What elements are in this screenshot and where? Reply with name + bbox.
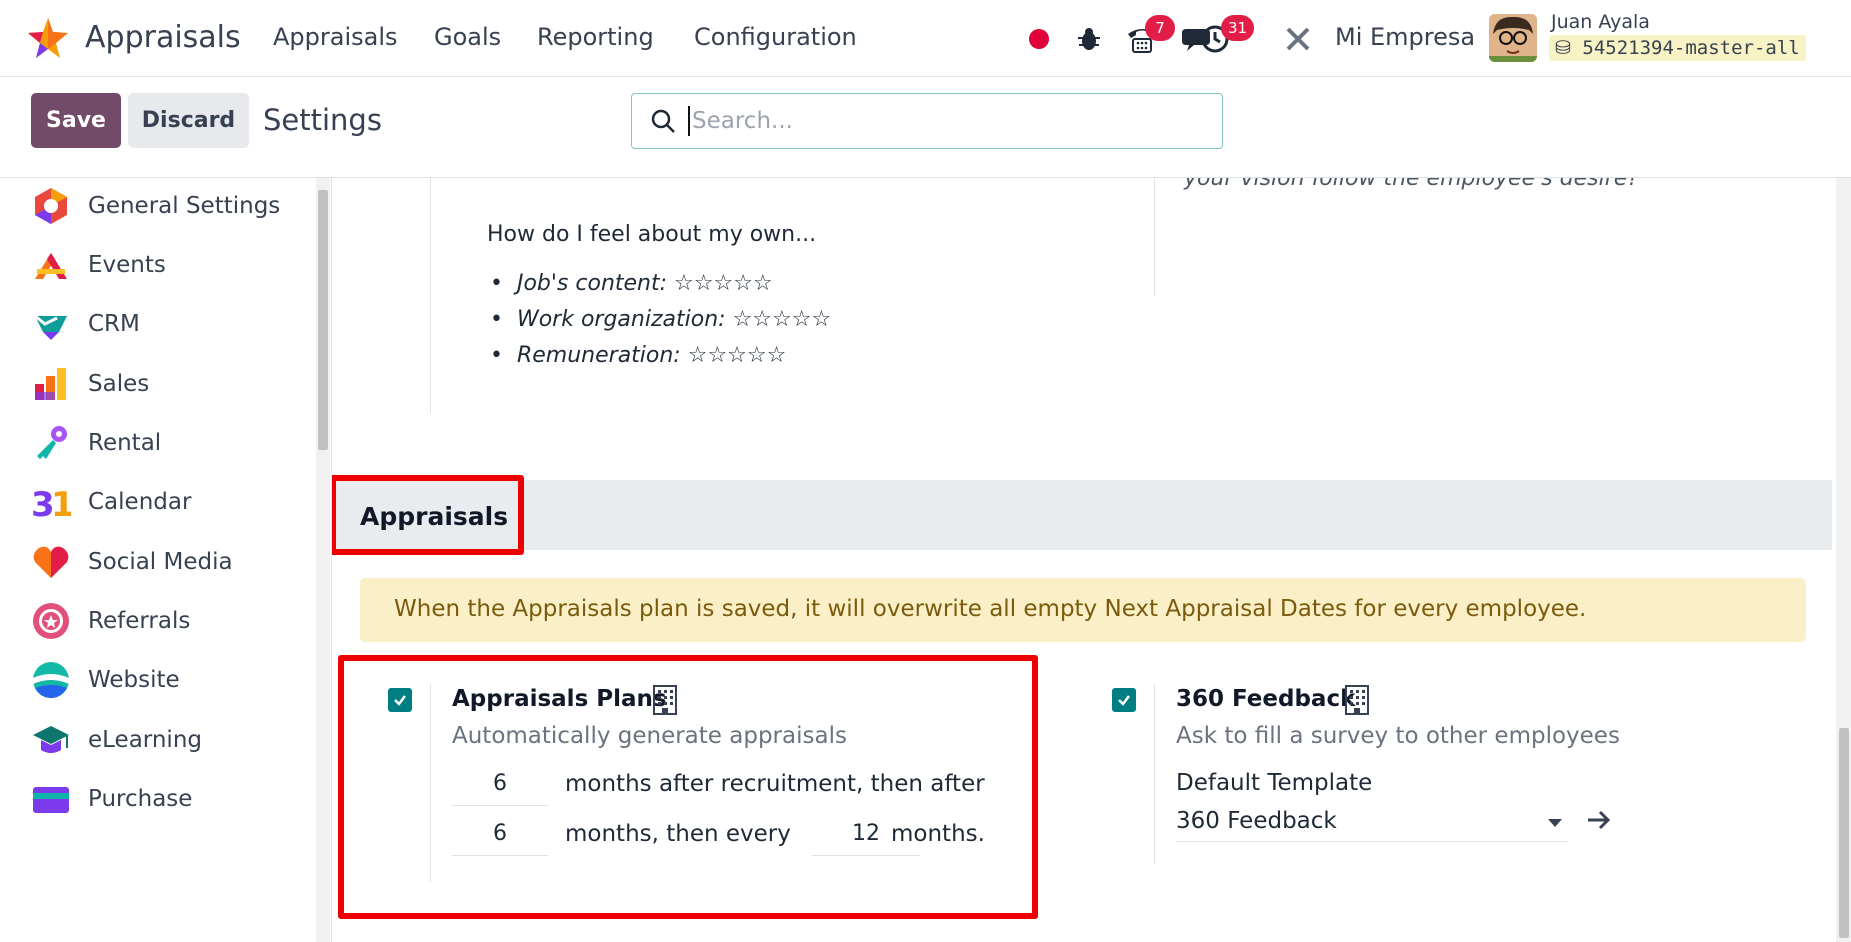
preview-list-item: • Work organization: ☆☆☆☆☆ (490, 307, 832, 332)
chat-count-badge: 7 (1145, 15, 1175, 41)
sidebar-item-label: Sales (88, 371, 150, 397)
page-title: Settings (263, 103, 382, 137)
user-name[interactable]: Juan Ayala (1551, 11, 1650, 33)
app-name[interactable]: Appraisals (85, 20, 241, 55)
settings-search[interactable] (631, 93, 1223, 149)
sidebar-item-general-settings[interactable]: General Settings (0, 178, 316, 238)
sidebar-item-crm[interactable]: CRM (0, 296, 316, 356)
record-icon[interactable] (1022, 22, 1056, 56)
stars-rating: ☆☆☆☆☆ (687, 343, 787, 368)
save-button[interactable]: Save (31, 93, 121, 148)
database-name: ⛁ 54521394-master-all (1549, 35, 1806, 61)
sidebar-item-rental[interactable]: Rental (0, 415, 316, 475)
appraisals-plans-description: Automatically generate appraisals (452, 723, 847, 749)
plan-text-1: months after recruitment, then after (565, 771, 985, 797)
rental-icon (37, 426, 67, 459)
sidebar-item-label: General Settings (88, 193, 281, 219)
company-building-icon (653, 685, 677, 715)
database-icon: ⛁ (1555, 37, 1571, 59)
website-icon (33, 662, 69, 698)
elearning-icon (33, 726, 69, 753)
stars-rating: ☆☆☆☆☆ (732, 307, 832, 332)
discard-button[interactable]: Discard (128, 93, 249, 148)
sidebar-item-label: Purchase (88, 786, 193, 812)
sidebar-item-label: eLearning (88, 727, 203, 753)
debug-bug-icon[interactable] (1072, 22, 1106, 56)
tools-icon[interactable] (1281, 22, 1315, 56)
app-logo[interactable] (26, 16, 70, 60)
preview-border-right (1154, 178, 1155, 296)
social-media-icon (33, 546, 69, 578)
preview-question: How do I feel about my own... (487, 222, 817, 247)
menu-appraisals[interactable]: Appraisals (273, 23, 398, 51)
events-icon (35, 253, 67, 279)
sidebar-item-label: Website (88, 667, 180, 693)
purchase-icon (33, 787, 69, 813)
company-building-icon (1345, 685, 1369, 715)
checkmark-icon (394, 695, 406, 706)
sidebar-item-events[interactable]: Events (0, 237, 316, 297)
overwrite-warning-alert: When the Appraisals plan is saved, it wi… (360, 578, 1806, 642)
user-avatar[interactable] (1489, 14, 1537, 62)
search-input[interactable] (688, 106, 1188, 136)
preview-list-item: • Remuneration: ☆☆☆☆☆ (490, 343, 787, 368)
alert-text: When the Appraisals plan is saved, it wi… (394, 596, 1587, 622)
appraisals-star-icon (28, 18, 68, 58)
setting-border (430, 684, 431, 882)
sidebar-item-elearning[interactable]: eLearning (0, 712, 316, 772)
menu-configuration[interactable]: Configuration (694, 23, 857, 51)
setting-border (1154, 684, 1155, 864)
activity-count-badge: 31 (1221, 15, 1255, 41)
feedback-360-title: 360 Feedback (1176, 686, 1356, 712)
sidebar-item-website[interactable]: Website (0, 652, 316, 712)
sidebar-item-sales[interactable]: Sales (0, 356, 316, 416)
sidebar-item-label: Referrals (88, 608, 191, 634)
sidebar-item-calendar[interactable]: 31 Calendar (0, 474, 316, 534)
appraisals-section-header: Appraisals (332, 480, 1832, 550)
main-scroll-thumb[interactable] (1839, 728, 1849, 938)
sales-icon (35, 368, 66, 400)
second-appraisal-months-input[interactable]: 6 (452, 812, 548, 856)
sidebar-scroll-thumb[interactable] (318, 190, 328, 450)
preview-border (430, 178, 431, 413)
sidebar-item-label: Rental (88, 430, 162, 456)
internal-link-arrow-icon[interactable] (1586, 808, 1612, 832)
chevron-down-icon (1548, 819, 1562, 827)
sidebar-item-label: CRM (88, 311, 140, 337)
preview-cut-text: your vision follow the employee's desire… (1184, 178, 1639, 191)
referrals-icon (33, 603, 69, 639)
menu-reporting[interactable]: Reporting (537, 23, 654, 51)
section-title: Appraisals (360, 502, 509, 531)
checkmark-icon (1118, 695, 1130, 706)
svg-text:1: 1 (51, 485, 71, 522)
settings-sidebar: General Settings Events CRM Sales Rental… (0, 178, 330, 942)
sidebar-item-referrals[interactable]: Referrals (0, 593, 316, 653)
top-navbar: Appraisals Appraisals Goals Reporting Co… (0, 0, 1851, 77)
sidebar-item-label: Calendar (88, 489, 192, 515)
sidebar-item-social-media[interactable]: Social Media (0, 534, 316, 594)
calendar-icon: 31 (31, 485, 71, 522)
menu-goals[interactable]: Goals (434, 23, 501, 51)
default-template-label: Default Template (1176, 770, 1373, 796)
company-switcher[interactable]: Mi Empresa (1335, 23, 1475, 51)
general-settings-icon (35, 188, 67, 224)
sidebar-item-purchase[interactable]: Purchase (0, 771, 316, 831)
crm-icon (34, 314, 67, 340)
search-icon (651, 109, 675, 133)
preview-list-item: • Job's content: ☆☆☆☆☆ (490, 271, 773, 296)
default-template-select[interactable]: 360 Feedback (1176, 802, 1568, 842)
sidebar-item-label: Social Media (88, 549, 233, 575)
stars-rating: ☆☆☆☆☆ (674, 271, 773, 296)
appraisals-plans-title: Appraisals Plans (452, 686, 667, 712)
feedback-360-description: Ask to fill a survey to other employees (1176, 723, 1620, 749)
feedback-360-checkbox[interactable] (1112, 688, 1136, 712)
appraisals-plans-checkbox[interactable] (388, 688, 412, 712)
settings-main: your vision follow the employee's desire… (332, 178, 1832, 942)
plan-text-3: months. (891, 821, 985, 847)
sidebar-item-label: Events (88, 252, 166, 278)
plan-text-2: months, then every (565, 821, 791, 847)
first-appraisal-months-input[interactable]: 6 (452, 762, 548, 806)
